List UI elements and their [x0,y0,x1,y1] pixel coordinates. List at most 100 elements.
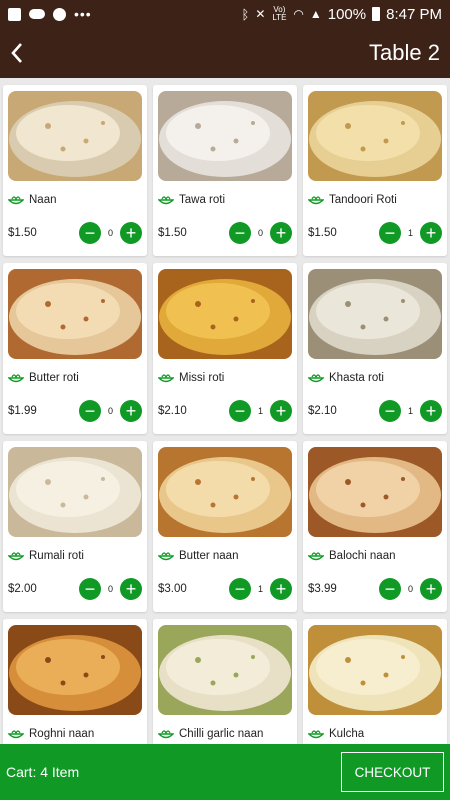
dish-icon [8,730,24,739]
decrease-button[interactable]: − [379,222,401,244]
decrease-button[interactable]: − [79,578,101,600]
item-quantity: 0 [107,406,113,416]
menu-item-card[interactable]: Tandoori Roti $1.50 − 1 + [303,85,447,256]
menu-item-card[interactable]: Roghni naan − + [3,619,147,744]
quantity-stepper: − 0 + [79,222,142,244]
item-price: $3.99 [308,583,337,595]
item-price: $1.50 [8,227,37,239]
app-bar: Table 2 [0,28,450,78]
back-button[interactable] [10,38,40,68]
item-name: Kulcha [329,728,365,740]
decrease-button[interactable]: − [229,400,251,422]
battery-icon [372,7,381,21]
food-image [158,269,292,359]
decrease-button[interactable]: − [79,400,101,422]
increase-button[interactable]: + [270,578,292,600]
food-image [158,625,292,715]
cart-summary: Cart: 4 Item [6,764,80,780]
item-name: Khasta roti [329,372,384,384]
dish-icon [8,196,24,205]
item-price: $2.10 [158,405,187,417]
signal-icon: ▲ [309,7,322,21]
item-name: Missi roti [179,372,225,384]
item-quantity: 0 [107,584,113,594]
item-name: Naan [29,194,57,206]
more-notifications-icon: ••• [74,6,92,22]
item-name: Butter roti [29,372,79,384]
network-label: Vo) LTE [272,5,287,22]
quantity-stepper: − 1 + [379,400,442,422]
status-bar: ••• ᛒ ✕ Vo) LTE ◠ ▲ 100% 8:47 PM [0,0,450,28]
item-quantity: 0 [107,228,113,238]
menu-grid: Naan $1.50 − 0 + Tawa roti $1.50 − 0 + T… [0,78,450,744]
item-quantity: 0 [257,228,263,238]
menu-item-card[interactable]: Chilli garlic naan − + [153,619,297,744]
decrease-button[interactable]: − [379,578,401,600]
quantity-stepper: − 0 + [379,578,442,600]
item-quantity: 0 [407,584,413,594]
item-name: Tandoori Roti [329,194,397,206]
clock: 8:47 PM [386,5,442,23]
food-image [158,447,292,537]
mute-icon: ✕ [255,7,266,21]
decrease-button[interactable]: − [229,222,251,244]
food-image [308,625,442,715]
increase-button[interactable]: + [420,400,442,422]
dish-icon [308,374,324,383]
item-price: $1.50 [158,227,187,239]
wifi-icon: ◠ [293,7,304,21]
item-name: Balochi naan [329,550,396,562]
checkout-button[interactable]: CHECKOUT [341,752,444,792]
increase-button[interactable]: + [120,222,142,244]
dish-icon [158,552,174,561]
food-image [8,447,142,537]
cart-footer: Cart: 4 Item CHECKOUT [0,744,450,800]
bluetooth-icon: ᛒ [241,6,250,22]
increase-button[interactable]: + [420,222,442,244]
menu-item-card[interactable]: Rumali roti $2.00 − 0 + [3,441,147,612]
menu-item-card[interactable]: Kulcha − + [303,619,447,744]
quantity-stepper: − 0 + [79,578,142,600]
menu-item-card[interactable]: Tawa roti $1.50 − 0 + [153,85,297,256]
quantity-stepper: − 1 + [229,578,292,600]
food-image [158,91,292,181]
menu-item-card[interactable]: Butter naan $3.00 − 1 + [153,441,297,612]
menu-item-card[interactable]: Missi roti $2.10 − 1 + [153,263,297,434]
menu-item-card[interactable]: Khasta roti $2.10 − 1 + [303,263,447,434]
dish-icon [308,730,324,739]
increase-button[interactable]: + [420,578,442,600]
item-price: $1.50 [308,227,337,239]
food-image [8,91,142,181]
increase-button[interactable]: + [270,222,292,244]
dish-icon [158,730,174,739]
dish-icon [8,374,24,383]
menu-item-card[interactable]: Balochi naan $3.99 − 0 + [303,441,447,612]
chevron-left-icon [11,43,22,63]
increase-button[interactable]: + [270,400,292,422]
item-quantity: 1 [407,228,413,238]
menu-item-card[interactable]: Butter roti $1.99 − 0 + [3,263,147,434]
page-title: Table 2 [369,40,440,65]
food-image [8,625,142,715]
item-quantity: 1 [257,584,263,594]
increase-button[interactable]: + [120,578,142,600]
decrease-button[interactable]: − [379,400,401,422]
dish-icon [158,196,174,205]
dish-icon [158,374,174,383]
food-image [308,91,442,181]
app-icon [53,7,66,21]
decrease-button[interactable]: − [79,222,101,244]
decrease-button[interactable]: − [229,578,251,600]
item-name: Rumali roti [29,550,84,562]
battery-percent: 100% [327,5,367,23]
item-name: Chilli garlic naan [179,728,264,740]
item-price: $2.10 [308,405,337,417]
menu-item-card[interactable]: Naan $1.50 − 0 + [3,85,147,256]
food-image [308,447,442,537]
dish-icon [308,552,324,561]
item-price: $3.00 [158,583,187,595]
item-price: $2.00 [8,583,37,595]
item-quantity: 1 [257,406,263,416]
increase-button[interactable]: + [120,400,142,422]
item-name: Butter naan [179,550,239,562]
